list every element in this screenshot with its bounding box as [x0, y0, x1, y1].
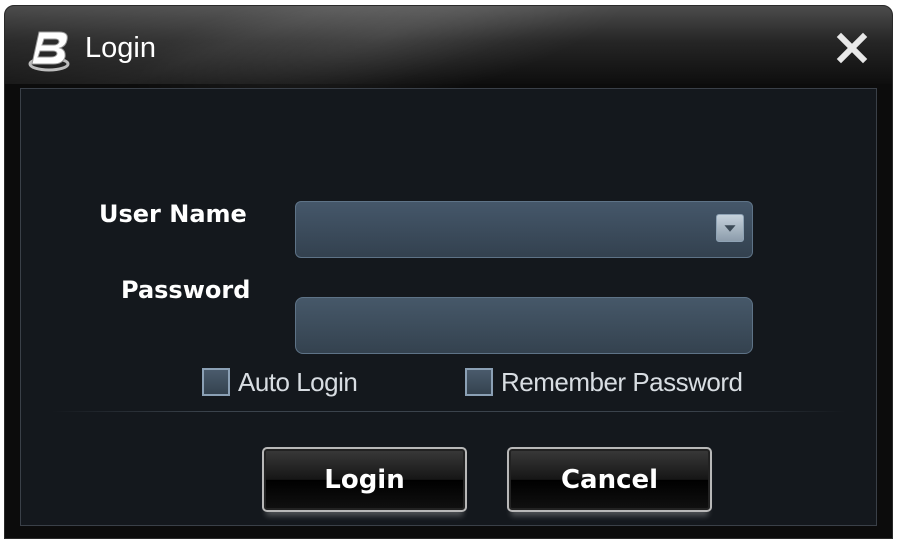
close-icon[interactable]	[834, 30, 870, 66]
remember-password-option[interactable]: Remember Password	[465, 367, 743, 397]
login-button[interactable]: Login	[262, 447, 467, 512]
chevron-down-icon	[724, 225, 736, 232]
title-bar[interactable]: Login	[5, 6, 892, 159]
login-dialog: Login User Name Password Auto Login Reme…	[4, 5, 893, 539]
b-logo-icon	[28, 31, 70, 72]
remember-password-checkbox[interactable]	[465, 368, 493, 396]
username-combobox[interactable]	[295, 201, 753, 258]
dropdown-button[interactable]	[716, 214, 744, 242]
auto-login-label: Auto Login	[238, 367, 358, 397]
window-title: Login	[85, 32, 156, 64]
auto-login-checkbox[interactable]	[202, 368, 230, 396]
username-label: User Name	[99, 200, 247, 228]
cancel-button[interactable]: Cancel	[507, 447, 712, 512]
password-field[interactable]	[295, 297, 753, 354]
divider	[51, 411, 846, 412]
password-label: Password	[121, 276, 251, 304]
auto-login-option[interactable]: Auto Login	[202, 367, 358, 397]
remember-password-label: Remember Password	[501, 367, 743, 397]
login-panel: User Name Password Auto Login Remember P…	[20, 88, 877, 526]
